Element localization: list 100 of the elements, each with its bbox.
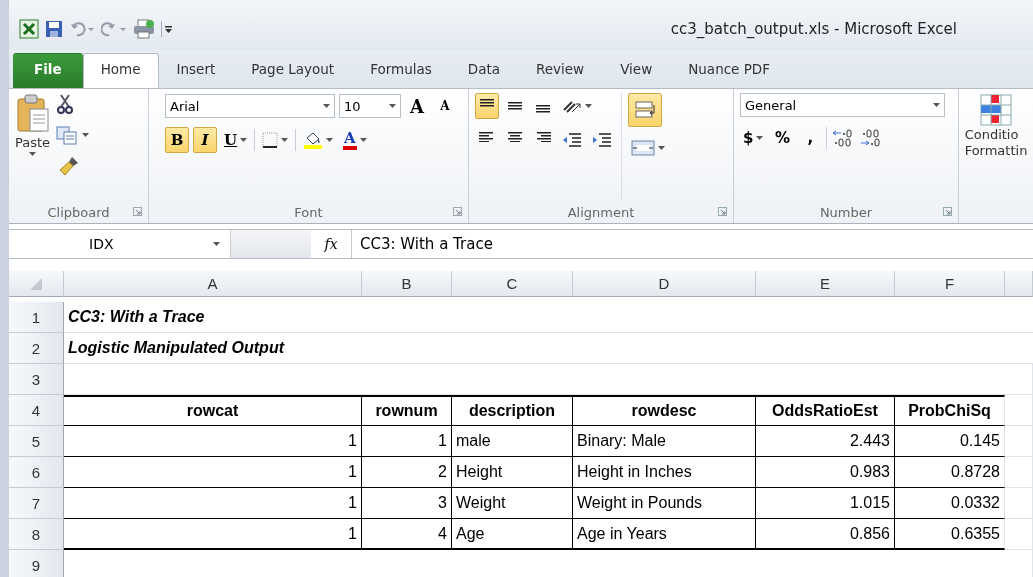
table-cell: 3 <box>362 488 452 519</box>
group-label: Alignment <box>567 204 635 220</box>
row-header[interactable]: 9 <box>9 550 64 577</box>
caret-icon <box>585 104 592 108</box>
ribbon-tab[interactable]: Home <box>82 53 159 88</box>
top-align-icon <box>479 99 495 107</box>
paste-button[interactable]: Paste <box>15 93 51 201</box>
table-cell: CC3: With a Trace <box>64 302 1033 333</box>
ribbon-tab[interactable]: Nuance PDF <box>670 53 788 88</box>
copy-icon[interactable] <box>56 125 79 145</box>
caret-icon <box>359 138 367 142</box>
formula-field[interactable]: CC3: With a Trace <box>351 230 1033 258</box>
row-header[interactable]: 7 <box>9 488 64 519</box>
grow-font-button[interactable]: A <box>405 93 429 119</box>
row-header[interactable]: 2 <box>9 333 64 364</box>
column-header[interactable]: B <box>362 271 452 297</box>
wrap-text-icon <box>634 99 656 121</box>
paint-bucket-icon <box>303 131 324 149</box>
printer-icon[interactable] <box>133 19 155 39</box>
ribbon-tab[interactable]: View <box>602 53 671 88</box>
column-header[interactable]: C <box>452 271 573 297</box>
ribbon-tab[interactable]: Data <box>449 53 518 88</box>
column-header[interactable]: F <box>895 271 1005 297</box>
table-cell: Age <box>452 519 573 550</box>
table-cell: Height in Inches <box>573 457 756 488</box>
splitter-handle[interactable] <box>231 230 311 258</box>
align-right-icon <box>535 131 551 143</box>
row-header[interactable]: 1 <box>9 302 64 333</box>
font-size-field[interactable]: 10 <box>339 94 401 118</box>
row-header[interactable]: 3 <box>9 364 64 395</box>
caret-icon <box>240 138 248 142</box>
table-cell: Logistic Manipulated Output <box>64 333 1033 364</box>
empty-cell <box>1005 395 1033 426</box>
ribbon-tab[interactable]: Formulas <box>352 53 450 88</box>
ribbon-tab[interactable]: Review <box>518 53 603 88</box>
table-cell: 0.8728 <box>895 457 1005 488</box>
caret-icon <box>29 152 37 156</box>
table-cell: 0.983 <box>756 457 895 488</box>
scissors-icon[interactable] <box>56 93 75 115</box>
underline-button[interactable]: U <box>221 127 251 153</box>
empty-cell <box>1005 426 1033 457</box>
column-heading: OddsRatioEst <box>756 395 895 426</box>
table-cell: 2.443 <box>756 426 895 457</box>
row-header[interactable]: 8 <box>9 519 64 550</box>
merge-cells-icon <box>631 140 655 156</box>
font-color-button[interactable]: A <box>340 127 370 153</box>
table-cell: Height <box>452 457 573 488</box>
bold-button[interactable]: B <box>165 127 189 153</box>
group-label: Number <box>819 204 873 220</box>
dialog-launcher-icon[interactable] <box>453 207 462 216</box>
column-header[interactable]: E <box>756 271 895 297</box>
decrease-indent-icon <box>562 133 582 147</box>
row-header[interactable]: 5 <box>9 426 64 457</box>
caret-icon <box>281 138 289 142</box>
window-title: cc3_batch_output.xls - Microsoft Excel <box>670 20 957 38</box>
caret-icon <box>82 133 90 137</box>
insert-function-button[interactable]: fx <box>311 236 351 252</box>
conditional-formatting-icon[interactable] <box>979 93 1013 127</box>
shrink-font-button[interactable]: A <box>433 93 457 119</box>
table-cell: 1 <box>362 426 452 457</box>
caret-icon <box>213 242 220 246</box>
currency-button[interactable]: $ <box>740 125 767 151</box>
bottom-align-icon <box>535 105 551 113</box>
conditional-formatting-button[interactable]: Conditio Formattin <box>964 127 1028 159</box>
column-heading: rowcat <box>64 395 362 426</box>
table-cell: Weight in Pounds <box>573 488 756 519</box>
ribbon-tab[interactable]: Insert <box>158 53 234 88</box>
ribbon-tab[interactable]: Page Layout <box>233 53 353 88</box>
dialog-launcher-icon[interactable] <box>133 207 142 216</box>
column-header[interactable]: A <box>64 271 362 297</box>
percent-button[interactable]: % <box>770 125 795 151</box>
empty-cell <box>1005 488 1033 519</box>
column-heading: ProbChiSq <box>895 395 1005 426</box>
excel-logo-icon[interactable] <box>19 19 39 39</box>
save-icon[interactable] <box>45 20 63 38</box>
dialog-launcher-icon[interactable] <box>943 207 952 216</box>
font-name-field[interactable]: Arial <box>165 94 335 118</box>
group-label: Clipboard <box>47 204 110 220</box>
row-header[interactable]: 6 <box>9 457 64 488</box>
table-cell: male <box>452 426 573 457</box>
empty-cell <box>1005 457 1033 488</box>
customize-menu-icon[interactable] <box>161 21 173 37</box>
comma-button[interactable]: , <box>798 125 823 151</box>
number-format-field[interactable]: General <box>740 93 945 117</box>
wrap-text-button[interactable] <box>628 93 662 127</box>
caret-icon <box>756 136 764 140</box>
italic-button[interactable]: I <box>193 127 217 153</box>
dialog-launcher-icon[interactable] <box>718 207 727 216</box>
center-align-icon <box>507 131 523 143</box>
top-align-button[interactable] <box>475 93 499 119</box>
ribbon-tab[interactable]: File <box>13 53 83 88</box>
row-header[interactable]: 4 <box>9 395 64 426</box>
column-heading: description <box>452 395 573 426</box>
table-cell: 4 <box>362 519 452 550</box>
caret-icon <box>389 104 396 108</box>
column-header[interactable]: D <box>573 271 756 297</box>
increase-indent-icon <box>592 133 612 147</box>
clipboard-icon <box>15 93 50 133</box>
empty-cell <box>1005 519 1033 550</box>
table-cell: 1.015 <box>756 488 895 519</box>
